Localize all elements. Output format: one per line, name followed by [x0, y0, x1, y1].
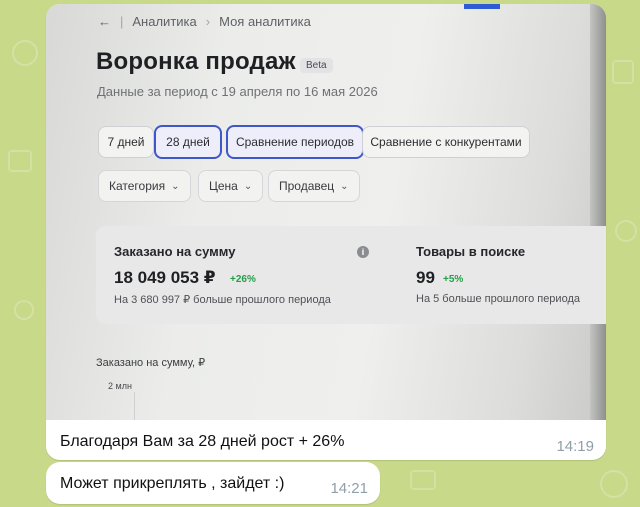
message-text: Может прикреплять , зайдет :)	[60, 475, 285, 492]
chart-axis-line	[134, 392, 135, 420]
tab-period-comparison: Сравнение периодов	[226, 125, 364, 159]
breadcrumb-separator: ›	[205, 14, 211, 29]
ordered-sum-label: Заказано на сумму	[114, 244, 236, 259]
ordered-sum-note: На 3 680 997 ₽ больше прошлого периода	[114, 294, 331, 306]
search-products-value: 99	[416, 268, 435, 287]
tab-28-days: 28 дней	[154, 125, 222, 159]
tab-7-days: 7 дней	[98, 126, 154, 158]
period-subtitle: Данные за период с 19 апреля по 16 мая 2…	[97, 84, 378, 99]
chart-title: Заказано на сумму, ₽	[96, 357, 206, 369]
background-doodle	[410, 470, 436, 490]
photo-edge-shadow	[590, 4, 606, 420]
message-timestamp: 14:21	[330, 480, 368, 497]
info-icon: i	[357, 246, 369, 258]
breadcrumb-item-analytics: Аналитика	[132, 14, 197, 29]
background-doodle	[612, 60, 634, 84]
filter-price-label: Цена	[209, 179, 238, 193]
background-doodle	[12, 40, 38, 66]
photo-top-blue-mark	[464, 4, 500, 9]
filter-seller-label: Продавец	[279, 179, 335, 193]
background-doodle	[615, 220, 637, 242]
chevron-down-icon: ⌄	[171, 180, 180, 192]
breadcrumb-separator: |	[120, 14, 124, 29]
ordered-sum-delta: +26%	[230, 274, 256, 285]
photo-message-bubble[interactable]: ← | Аналитика › Моя аналитика Воронка пр…	[46, 4, 606, 460]
breadcrumb-item-my-analytics: Моя аналитика	[219, 14, 311, 29]
caption-text: Благодаря Вам за 28 дней рост + 26%	[60, 433, 345, 450]
breadcrumb: ← | Аналитика › Моя аналитика	[98, 14, 311, 29]
background-doodle	[14, 300, 34, 320]
filter-category-label: Категория	[109, 179, 166, 193]
filter-price: Цена ⌄	[198, 170, 264, 202]
attached-photo[interactable]: ← | Аналитика › Моя аналитика Воронка пр…	[46, 4, 606, 420]
tab-competitor-comparison: Сравнение с конкурентами	[362, 126, 530, 158]
ordered-sum-value: 18 049 053 ₽	[114, 268, 216, 287]
chart-y-tick: 2 млн	[108, 381, 132, 391]
beta-badge: Beta	[300, 58, 333, 73]
back-arrow-icon: ←	[98, 14, 111, 29]
message-timestamp: 14:19	[556, 438, 594, 455]
filter-category: Категория ⌄	[98, 170, 191, 202]
background-doodle	[600, 470, 628, 498]
chevron-down-icon: ⌄	[340, 180, 349, 192]
chevron-down-icon: ⌄	[243, 180, 253, 192]
page-title: Воронка продаж	[96, 48, 296, 75]
background-doodle	[8, 150, 32, 172]
photo-caption: Благодаря Вам за 28 дней рост + 26% 14:1…	[46, 420, 606, 460]
search-products-delta: +5%	[443, 274, 464, 285]
filter-seller: Продавец ⌄	[268, 170, 360, 202]
search-products-note: На 5 больше прошлого периода	[416, 293, 580, 305]
search-products-label: Товары в поиске	[416, 244, 526, 259]
text-message-bubble[interactable]: Может прикреплять , зайдет :) 14:21	[46, 462, 380, 504]
